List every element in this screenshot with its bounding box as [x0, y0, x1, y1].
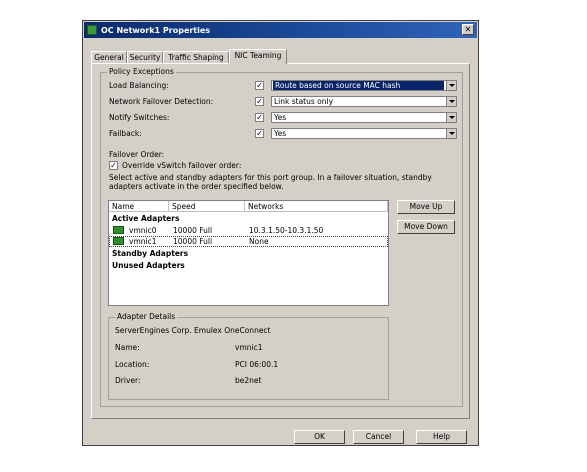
- network-failover-detection-value: Link status only: [274, 97, 334, 106]
- adapter-name: vmnic0: [129, 226, 157, 235]
- network-failover-detection-select[interactable]: Link status only: [271, 96, 457, 107]
- location-label: Location:: [115, 360, 150, 369]
- network-failover-detection-checkbox[interactable]: ✓: [255, 97, 264, 106]
- chevron-down-icon[interactable]: [446, 81, 456, 90]
- notify-switches-label: Notify Switches:: [109, 113, 170, 122]
- chevron-down-icon[interactable]: [446, 113, 456, 122]
- adapter-list[interactable]: Name Speed Networks Active Adapters vmni…: [108, 200, 389, 306]
- load-balancing-select[interactable]: Route based on source MAC hash: [271, 80, 457, 91]
- unused-adapters-heading: Unused Adapters: [112, 261, 185, 270]
- load-balancing-value: Route based on source MAC hash: [273, 81, 444, 90]
- network-icon: [87, 25, 97, 35]
- adapter-networks: 10.3.1.50-10.3.1.50: [249, 226, 324, 235]
- tab-traffic-shaping[interactable]: Traffic Shaping: [163, 51, 229, 63]
- adapter-description: ServerEngines Corp. Emulex OneConnect: [115, 326, 271, 335]
- load-balancing-checkbox[interactable]: ✓: [255, 81, 264, 90]
- table-row[interactable]: vmnic1 10000 Full None: [109, 236, 388, 247]
- notify-switches-checkbox[interactable]: ✓: [255, 113, 264, 122]
- adapter-speed: 10000 Full: [173, 237, 213, 246]
- chevron-down-icon[interactable]: [446, 97, 456, 106]
- close-icon[interactable]: ✕: [462, 24, 474, 35]
- title-bar: OC Network1 Properties ✕: [84, 22, 477, 38]
- name-value: vmnic1: [235, 343, 263, 352]
- nic-icon: [113, 226, 124, 234]
- failback-label: Failback:: [109, 129, 142, 138]
- driver-label: Driver:: [115, 376, 141, 385]
- failback-checkbox[interactable]: ✓: [255, 129, 264, 138]
- nic-icon: [113, 237, 124, 245]
- table-row[interactable]: vmnic0 10000 Full 10.3.1.50-10.3.1.50: [109, 225, 388, 236]
- cancel-button[interactable]: Cancel: [353, 430, 404, 444]
- failover-description-line2: adapters activate in the order specified…: [109, 182, 284, 191]
- load-balancing-label: Load Balancing:: [109, 81, 169, 90]
- policy-exceptions-group: Policy Exceptions Load Balancing: ✓ Rout…: [100, 67, 463, 407]
- adapter-networks: None: [249, 237, 269, 246]
- standby-adapters-heading: Standby Adapters: [112, 249, 189, 258]
- tab-security[interactable]: Security: [127, 51, 163, 63]
- ok-button[interactable]: OK: [294, 430, 345, 444]
- move-down-button[interactable]: Move Down: [397, 220, 455, 234]
- adapter-details-group: Adapter Details ServerEngines Corp. Emul…: [108, 312, 389, 400]
- driver-value: be2net: [235, 376, 262, 385]
- location-value: PCI 06:00.1: [235, 360, 279, 369]
- column-header-networks[interactable]: Networks: [245, 201, 388, 212]
- active-adapters-heading: Active Adapters: [112, 214, 180, 223]
- notify-switches-value: Yes: [274, 113, 287, 122]
- properties-dialog: OC Network1 Properties ✕ General Securit…: [82, 20, 479, 446]
- override-failover-checkbox[interactable]: ✓: [109, 161, 118, 170]
- help-button[interactable]: Help: [416, 430, 467, 444]
- move-up-button[interactable]: Move Up: [397, 200, 455, 214]
- chevron-down-icon[interactable]: [446, 129, 456, 138]
- failback-value: Yes: [274, 129, 287, 138]
- failover-order-label: Failover Order:: [109, 150, 165, 159]
- nic-teaming-panel: Policy Exceptions Load Balancing: ✓ Rout…: [91, 63, 470, 419]
- failback-select[interactable]: Yes: [271, 128, 457, 139]
- column-header-name[interactable]: Name: [109, 201, 169, 212]
- failover-description-line1: Select active and standby adapters for t…: [109, 173, 432, 182]
- policy-exceptions-label: Policy Exceptions: [107, 67, 176, 76]
- notify-switches-select[interactable]: Yes: [271, 112, 457, 123]
- adapter-name: vmnic1: [129, 237, 157, 246]
- tab-general[interactable]: General: [91, 51, 127, 63]
- adapter-speed: 10000 Full: [173, 226, 213, 235]
- name-label: Name:: [115, 343, 140, 352]
- tab-nic-teaming[interactable]: NIC Teaming: [229, 49, 287, 64]
- adapter-details-label: Adapter Details: [115, 312, 178, 321]
- override-failover-label: Override vSwitch failover order:: [122, 161, 242, 170]
- column-header-speed[interactable]: Speed: [169, 201, 245, 212]
- network-failover-detection-label: Network Failover Detection:: [109, 97, 214, 106]
- window-title: OC Network1 Properties: [101, 25, 211, 35]
